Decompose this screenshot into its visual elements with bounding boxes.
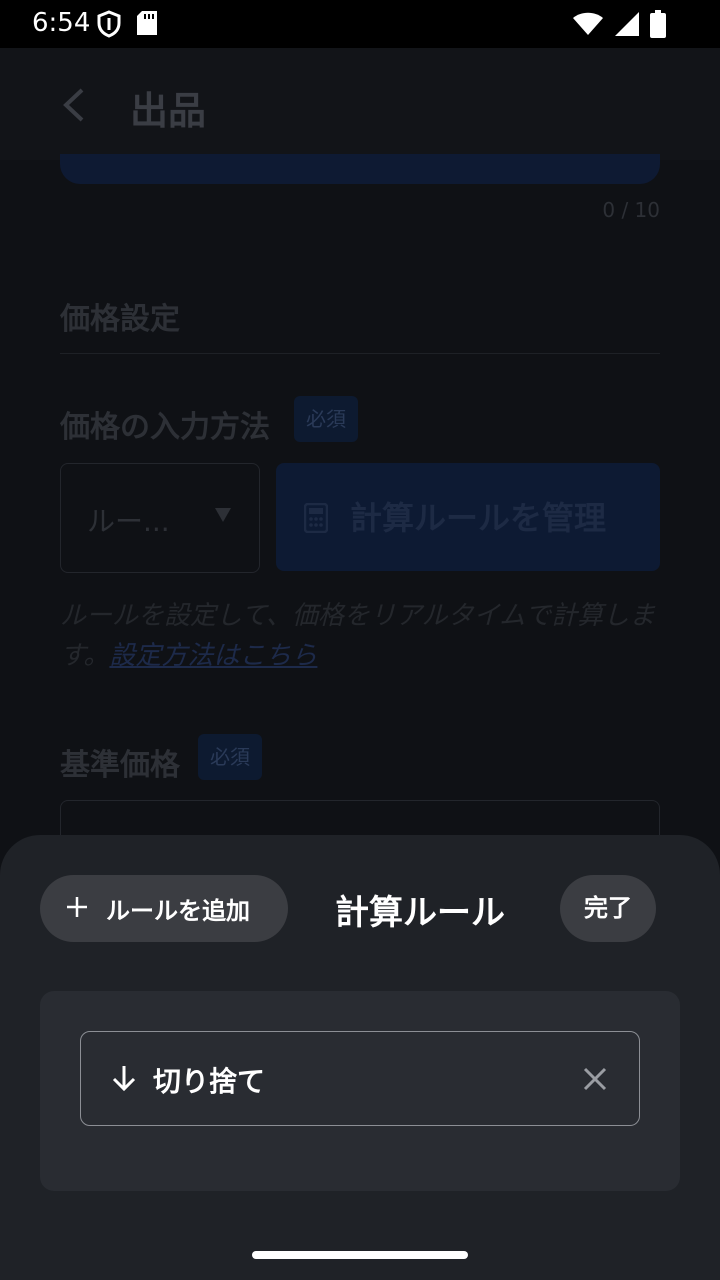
rule-item[interactable]: 切り捨て — [80, 1031, 640, 1126]
page-title: 出品 — [130, 89, 207, 133]
rule-list: 切り捨て — [40, 991, 680, 1191]
rule-label: 切り捨て — [153, 1065, 266, 1098]
character-counter: 0 / 10 — [602, 198, 660, 222]
manage-rules-label: 計算ルールを管理 — [350, 499, 607, 537]
setup-guide-link[interactable]: 設定方法はこちら — [109, 641, 317, 671]
input-method-dropdown[interactable]: ルー... — [60, 463, 260, 573]
shield-icon — [96, 10, 122, 42]
add-rule-label: ルールを追加 — [106, 897, 250, 925]
dropdown-value: ルー... — [87, 505, 170, 538]
app-bar: 出品 — [0, 48, 720, 160]
description-field-bottom — [60, 154, 660, 184]
input-method-label: 価格の入力方法 — [60, 410, 270, 445]
back-arrow-icon[interactable] — [62, 88, 86, 126]
status-time: 6:54 — [32, 8, 91, 38]
manage-rules-button[interactable]: 計算ルールを管理 — [276, 463, 660, 571]
add-rule-button[interactable]: ルールを追加 — [40, 875, 288, 942]
divider — [60, 353, 660, 354]
wifi-icon — [572, 12, 604, 40]
helper-text: ルールを設定して、価格をリアルタイムで計算します。設定方法はこちら — [60, 596, 670, 676]
arrow-down-icon — [111, 1064, 137, 1096]
calculator-icon — [303, 502, 329, 537]
section-title-price: 価格設定 — [60, 302, 180, 337]
required-badge-base-price: 必須 — [198, 734, 262, 780]
dropdown-arrow-icon — [215, 508, 231, 522]
base-price-label: 基準価格 — [60, 748, 180, 783]
close-icon[interactable] — [583, 1067, 607, 1095]
status-bar: 6:54 — [0, 0, 720, 48]
calculation-rules-sheet: ルールを追加 計算ルール 完了 切り捨て — [0, 835, 720, 1280]
sd-card-icon — [136, 10, 158, 42]
done-button[interactable]: 完了 — [560, 875, 656, 942]
signal-icon — [614, 11, 640, 41]
battery-icon — [650, 10, 666, 42]
sheet-title: 計算ルール — [335, 893, 505, 933]
home-indicator — [252, 1251, 468, 1259]
plus-icon — [66, 896, 88, 922]
required-badge: 必須 — [294, 396, 358, 442]
